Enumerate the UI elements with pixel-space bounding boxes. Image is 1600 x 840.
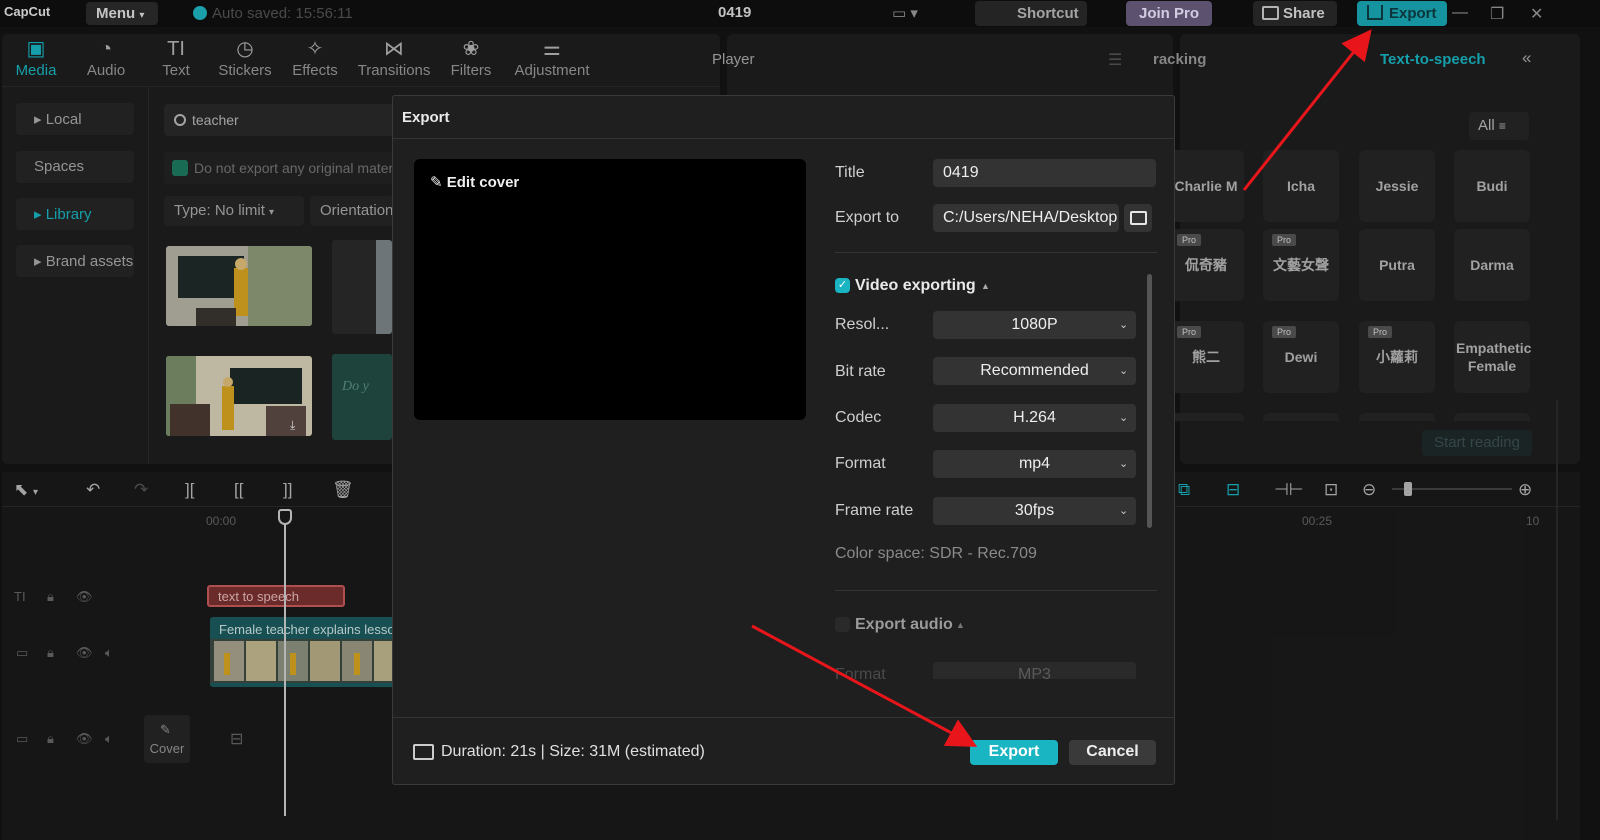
audio-export-checkbox[interactable]	[835, 617, 850, 632]
resolution-value: 1080P	[1011, 316, 1058, 333]
film-icon	[413, 744, 434, 760]
divider	[835, 252, 1157, 253]
export-path-input[interactable]: C:/Users/NEHA/Desktop	[933, 204, 1119, 232]
codec-label: Codec	[835, 409, 882, 426]
chevron-up-icon[interactable]: ▲	[956, 620, 965, 630]
chevron-down-icon: ⌄	[1119, 458, 1129, 470]
folder-icon	[1130, 211, 1147, 225]
cancel-button[interactable]: Cancel	[1069, 740, 1156, 765]
audio-format-value: MP3	[1018, 666, 1051, 679]
bitrate-select[interactable]: Recommended	[933, 357, 1136, 385]
chevron-down-icon: ⌄	[1119, 365, 1129, 377]
video-exporting-title[interactable]: Video exporting	[855, 277, 976, 295]
title-input[interactable]: 0419	[933, 159, 1156, 187]
format-value: mp4	[1018, 455, 1051, 472]
frame-rate-value: 30fps	[1014, 502, 1055, 519]
frame-rate-label: Frame rate	[835, 502, 914, 519]
resolution-select[interactable]: 1080P	[933, 311, 1136, 339]
codec-value: H.264	[1013, 409, 1056, 426]
edit-cover-button[interactable]: ✎ Edit cover	[430, 173, 519, 191]
format-label: Format	[835, 455, 886, 472]
codec-select[interactable]: H.264	[933, 404, 1136, 432]
title-label: Title	[835, 164, 865, 181]
edit-icon: ✎	[430, 174, 443, 191]
export-button[interactable]: Export	[970, 740, 1058, 765]
audio-format-label: Format	[835, 666, 886, 679]
video-export-checkbox[interactable]: ✓	[835, 278, 850, 293]
export-path-value: C:/Users/NEHA/Desktop	[943, 209, 1118, 226]
cover-preview[interactable]	[414, 159, 806, 420]
chevron-up-icon[interactable]: ▲	[981, 281, 990, 291]
format-select[interactable]: mp4	[933, 450, 1136, 478]
export-to-label: Export to	[835, 209, 900, 226]
export-dialog-title: Export	[402, 109, 450, 126]
resolution-label: Resol...	[835, 316, 890, 333]
divider	[835, 590, 1157, 591]
bitrate-label: Bit rate	[835, 363, 886, 380]
color-space-info: Color space: SDR - Rec.709	[835, 545, 1037, 562]
settings-scrollbar[interactable]	[1147, 274, 1152, 528]
divider	[393, 717, 1174, 718]
chevron-down-icon: ⌄	[1119, 412, 1129, 424]
audio-format-select[interactable]: MP3	[933, 662, 1136, 679]
bitrate-value: Recommended	[980, 362, 1089, 379]
frame-rate-select[interactable]: 30fps	[933, 497, 1136, 525]
edit-cover-label: Edit cover	[446, 174, 520, 191]
chevron-down-icon: ⌄	[1119, 505, 1129, 517]
divider	[393, 138, 1174, 139]
audio-format-row: Format MP3	[835, 662, 1155, 679]
duration-size-info: Duration: 21s | Size: 31M (estimated)	[441, 743, 705, 760]
chevron-down-icon: ⌄	[1119, 319, 1129, 331]
export-audio-title[interactable]: Export audio	[855, 616, 953, 634]
